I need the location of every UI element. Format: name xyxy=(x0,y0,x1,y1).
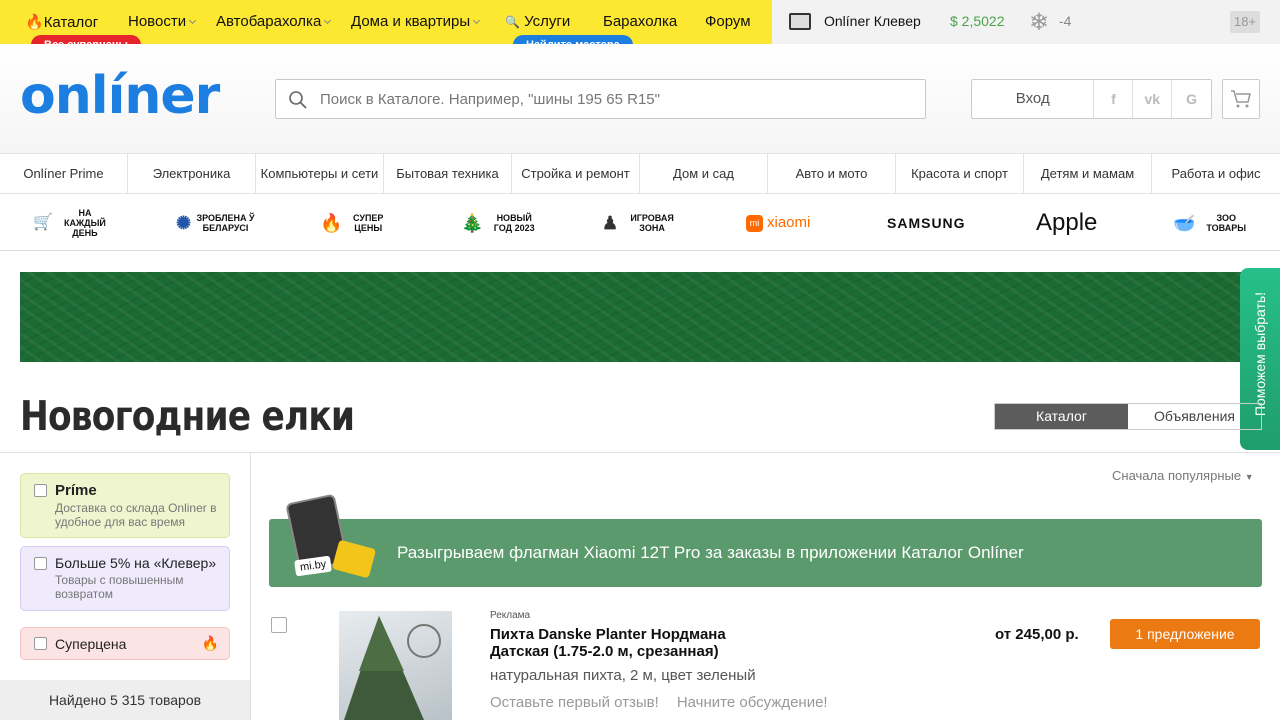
category-prime[interactable]: Onlíner Prime xyxy=(0,154,128,193)
category-computers[interactable]: Компьютеры и сети xyxy=(256,154,384,193)
cart-icon: 🛒 xyxy=(33,214,53,231)
product-price[interactable]: от 245,00 р. xyxy=(995,626,1079,643)
category-construction[interactable]: Стройка и ремонт xyxy=(512,154,640,193)
mi-tag: mi.by xyxy=(294,555,333,577)
gamer-icon: ♟ xyxy=(602,213,619,233)
search-input[interactable] xyxy=(320,80,910,118)
google-icon[interactable]: G xyxy=(1172,80,1211,118)
promo-gaming[interactable]: ♟ Игровая зона xyxy=(602,208,682,238)
nav-baraholka[interactable]: Барахолка xyxy=(603,13,677,30)
phone-promo-image: mi.by xyxy=(285,493,377,582)
nav-realty[interactable]: Дома и квартиры xyxy=(351,13,481,30)
category-work-office[interactable]: Работа и офис xyxy=(1152,154,1280,193)
filter-klever-subtitle: Товары с повышенным возвратом xyxy=(55,573,184,601)
auth-box: Вход f vk G xyxy=(971,79,1212,119)
filter-klever-title: Больше 5% на «Клевер» xyxy=(55,555,217,571)
filter-supercena-title: Суперцена xyxy=(55,636,127,652)
top-bar: 🔥Каталог Новости Автобарахолка Дома и кв… xyxy=(0,0,1280,55)
prime-checkbox[interactable] xyxy=(34,484,47,497)
cart-button[interactable] xyxy=(1222,79,1260,119)
wrench-icon: 🔍 xyxy=(505,15,520,29)
filter-klever[interactable]: Больше 5% на «Клевер» Товары с повышенны… xyxy=(20,546,230,611)
promo-belarus[interactable]: ✺ Зроблена ў Беларусі xyxy=(176,208,256,238)
promo-zoo[interactable]: 🥣 Зоо товары xyxy=(1173,208,1253,238)
basket-icon xyxy=(331,539,377,579)
promo-apple[interactable]: Apple xyxy=(1036,208,1106,238)
chevron-down-icon xyxy=(189,16,197,25)
promo-samsung[interactable]: SAMSUNG xyxy=(887,208,967,238)
category-auto-moto[interactable]: Авто и мото xyxy=(768,154,896,193)
supercena-checkbox[interactable] xyxy=(34,637,47,650)
pet-food-icon: 🥣 xyxy=(1173,213,1196,233)
klever-icon[interactable] xyxy=(789,13,811,30)
product-image[interactable] xyxy=(339,611,452,720)
fir-tree-icon xyxy=(344,616,441,720)
tab-ads[interactable]: Объявления xyxy=(1128,404,1261,429)
klever-link[interactable]: Onlíner Клевер xyxy=(824,13,921,29)
category-electronics[interactable]: Электроника xyxy=(128,154,256,193)
sort-dropdown[interactable]: Сначала популярные ▼ xyxy=(1112,468,1254,483)
vk-icon[interactable]: vk xyxy=(1133,80,1173,118)
flame-icon: 🔥 xyxy=(25,14,44,31)
filter-prime[interactable]: Príme Доставка со склада Onliner в удобн… xyxy=(20,473,230,538)
snowflake-icon[interactable]: ❄ xyxy=(1029,8,1049,37)
nav-catalog[interactable]: 🔥Каталог xyxy=(25,13,98,31)
view-tabs: Каталог Объявления xyxy=(994,403,1262,430)
promo-newyear[interactable]: 🎄 Новый год 2023 xyxy=(461,208,541,238)
category-appliances[interactable]: Бытовая техника xyxy=(384,154,512,193)
tree-icon: 🎄 xyxy=(461,213,484,233)
caret-down-icon: ▼ xyxy=(1244,472,1254,482)
discuss-link[interactable]: Начните обсуждение! xyxy=(677,694,828,711)
promo-super[interactable]: 🔥 Супер цены xyxy=(320,208,390,238)
title-divider xyxy=(0,452,1280,453)
ad-banner[interactable] xyxy=(20,272,1260,362)
xiaomi-promo-band[interactable]: Разыгрываем флагман Xiaomi 12T Pro за за… xyxy=(269,519,1262,587)
flame-icon: 🔥 xyxy=(320,213,343,233)
weather-temp[interactable]: -4 xyxy=(1059,13,1071,29)
category-kids[interactable]: Детям и мамам xyxy=(1024,154,1152,193)
category-menu: Onlíner Prime Электроника Компьютеры и с… xyxy=(0,153,1280,194)
promo-row: 🛒 На каждый день ✺ Зроблена ў Беларусі 🔥 Су… xyxy=(0,194,1280,251)
xiaomi-logo-icon: mi xyxy=(746,214,763,232)
review-link[interactable]: Оставьте первый отзыв! xyxy=(490,694,659,711)
category-home-garden[interactable]: Дом и сад xyxy=(640,154,768,193)
product-title[interactable]: Пихта Danske Planter Нордмана Датская (1… xyxy=(490,626,760,660)
onliner-logo[interactable]: onlíner xyxy=(20,66,220,126)
login-button[interactable]: Вход xyxy=(972,80,1095,118)
klever-checkbox[interactable] xyxy=(34,557,47,570)
promo-xiaomi[interactable]: mi xiaomi xyxy=(746,208,826,238)
filter-prime-title: Príme xyxy=(55,482,97,499)
tab-catalog[interactable]: Каталог xyxy=(995,404,1128,429)
search-box[interactable] xyxy=(275,79,926,119)
category-beauty-sport[interactable]: Красота и спорт xyxy=(896,154,1024,193)
snowflake-icon: ✺ xyxy=(176,213,192,233)
nav-news[interactable]: Новости xyxy=(128,13,197,30)
currency-rate[interactable]: $ 2,5022 xyxy=(950,13,1005,29)
cart-icon xyxy=(1231,90,1251,108)
nav-auto[interactable]: Автобарахолка xyxy=(216,13,332,30)
page-title: Новогодние елки xyxy=(20,392,355,440)
chevron-down-icon xyxy=(473,16,481,25)
facebook-icon[interactable]: f xyxy=(1094,80,1134,118)
search-icon xyxy=(289,91,307,109)
ad-label: Реклама xyxy=(490,610,531,621)
flame-icon: 🔥 xyxy=(201,635,219,651)
offers-button[interactable]: 1 предложение xyxy=(1110,619,1260,649)
sidebar-divider xyxy=(250,453,251,720)
nav-services[interactable]: 🔍 Услуги xyxy=(505,13,570,30)
product-description: натуральная пихта, 2 м, цвет зеленый xyxy=(490,667,756,684)
product-links: Оставьте первый отзыв! Начните обсуждени… xyxy=(490,694,828,711)
site-header: onlíner Вход f vk G xyxy=(0,44,1280,154)
promo-everyday[interactable]: 🛒 На каждый день xyxy=(33,208,113,238)
nav-forum[interactable]: Форум xyxy=(705,13,751,30)
filter-prime-subtitle: Доставка со склада Onliner в удобное для… xyxy=(55,501,217,529)
found-count: Найдено 5 315 товаров xyxy=(0,680,250,720)
promo-band-text: Разыгрываем флагман Xiaomi 12T Pro за за… xyxy=(397,543,1024,562)
filter-supercena[interactable]: Суперцена 🔥 xyxy=(20,627,230,660)
age-rating-badge: 18+ xyxy=(1230,11,1260,33)
product-compare-checkbox[interactable] xyxy=(271,617,287,633)
chevron-down-icon xyxy=(324,16,332,25)
